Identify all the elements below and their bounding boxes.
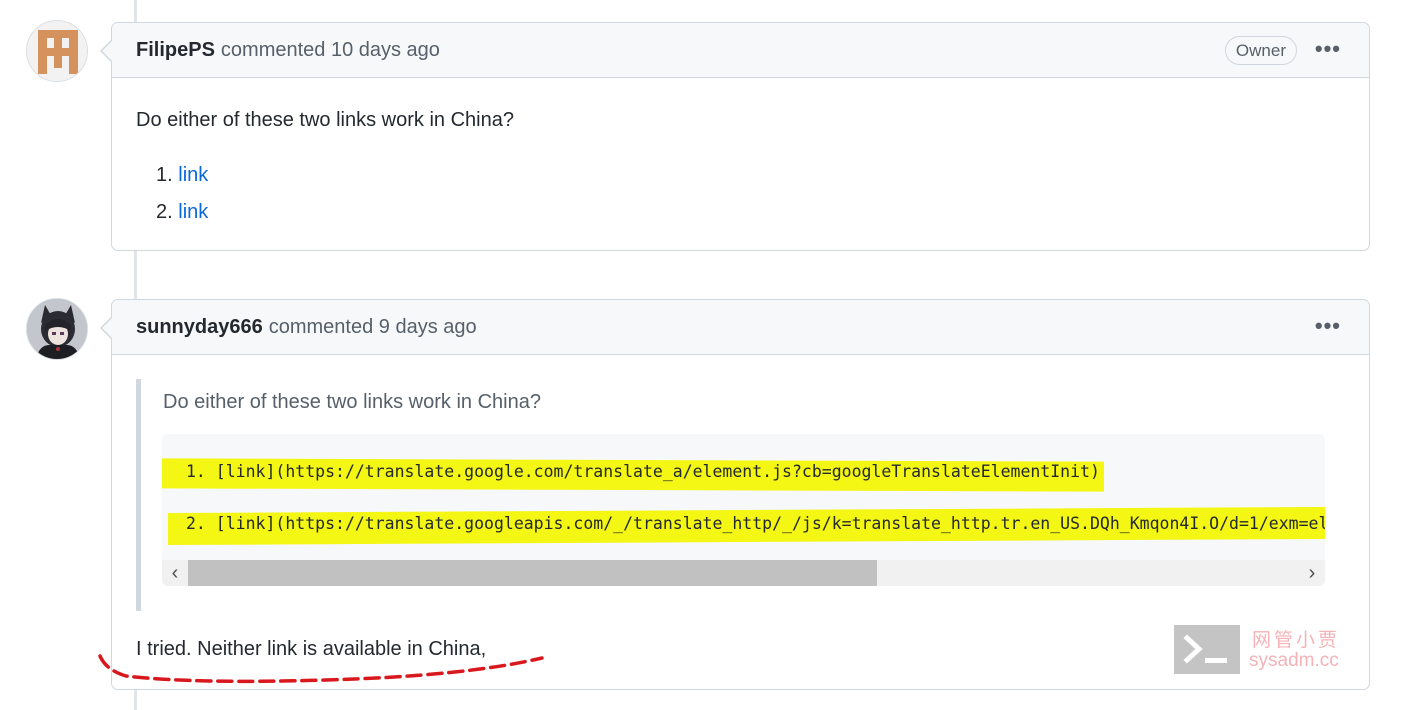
- quote-text: Do either of these two links work in Chi…: [163, 391, 541, 413]
- comment-text: Do either of these two links work in Chi…: [136, 109, 514, 131]
- blockquote: Do either of these two links work in Chi…: [136, 379, 1326, 611]
- scrollbar-thumb[interactable]: [188, 560, 877, 586]
- chevron-left-icon[interactable]: ‹: [162, 560, 188, 586]
- kebab-menu-icon[interactable]: •••: [1315, 315, 1341, 337]
- annotation-underline-icon: [98, 654, 544, 684]
- chevron-right-icon[interactable]: ›: [1299, 560, 1325, 586]
- avatar-filipeps[interactable]: [26, 20, 88, 82]
- comment-filipeps: FilipePS commented 10 days ago Owner •••…: [100, 22, 1370, 251]
- comment-header: sunnyday666 commented 9 days ago •••: [112, 300, 1369, 355]
- link-2[interactable]: link: [178, 201, 208, 223]
- comment-header: FilipePS commented 10 days ago Owner •••: [112, 23, 1369, 78]
- list-number: 2.: [156, 201, 173, 223]
- comment-body: Do either of these two links work in Chi…: [112, 78, 1369, 226]
- owner-badge: Owner: [1224, 36, 1297, 65]
- comment-timestamp[interactable]: commented 10 days ago: [221, 39, 440, 62]
- anime-avatar-icon: [27, 299, 87, 359]
- link-1[interactable]: link: [178, 164, 208, 186]
- link-list: 1. link 2. link: [136, 161, 1345, 226]
- timeline-line: [134, 0, 137, 22]
- list-item: 2. link: [156, 198, 1345, 226]
- list-number: 1.: [156, 164, 173, 186]
- comment-author[interactable]: sunnyday666: [136, 316, 263, 339]
- code-line: 1. [link](https://translate.google.com/t…: [186, 462, 1100, 481]
- issue-timeline: FilipePS commented 10 days ago Owner •••…: [0, 0, 1401, 710]
- timeline-line: [134, 690, 137, 710]
- comment-timestamp[interactable]: commented 9 days ago: [269, 316, 477, 339]
- watermark-cn-text: 网管小贾: [1252, 630, 1341, 651]
- comment-author[interactable]: FilipePS: [136, 39, 215, 62]
- kebab-menu-icon[interactable]: •••: [1315, 38, 1341, 60]
- identicon-avatar-icon: [27, 21, 87, 81]
- code-line: 2. [link](https://translate.googleapis.c…: [186, 514, 1325, 533]
- list-item: 1. link: [156, 161, 1345, 189]
- horizontal-scrollbar[interactable]: ‹ ›: [162, 560, 1325, 586]
- code-block[interactable]: 1. [link](https://translate.google.com/t…: [162, 434, 1325, 586]
- timeline-line: [134, 251, 137, 299]
- terminal-prompt-icon: [1174, 625, 1240, 674]
- watermark: 网管小贾 sysadm.cc: [1174, 625, 1346, 675]
- avatar-sunnyday666[interactable]: [26, 298, 88, 360]
- watermark-domain-text: sysadm.cc: [1249, 650, 1339, 671]
